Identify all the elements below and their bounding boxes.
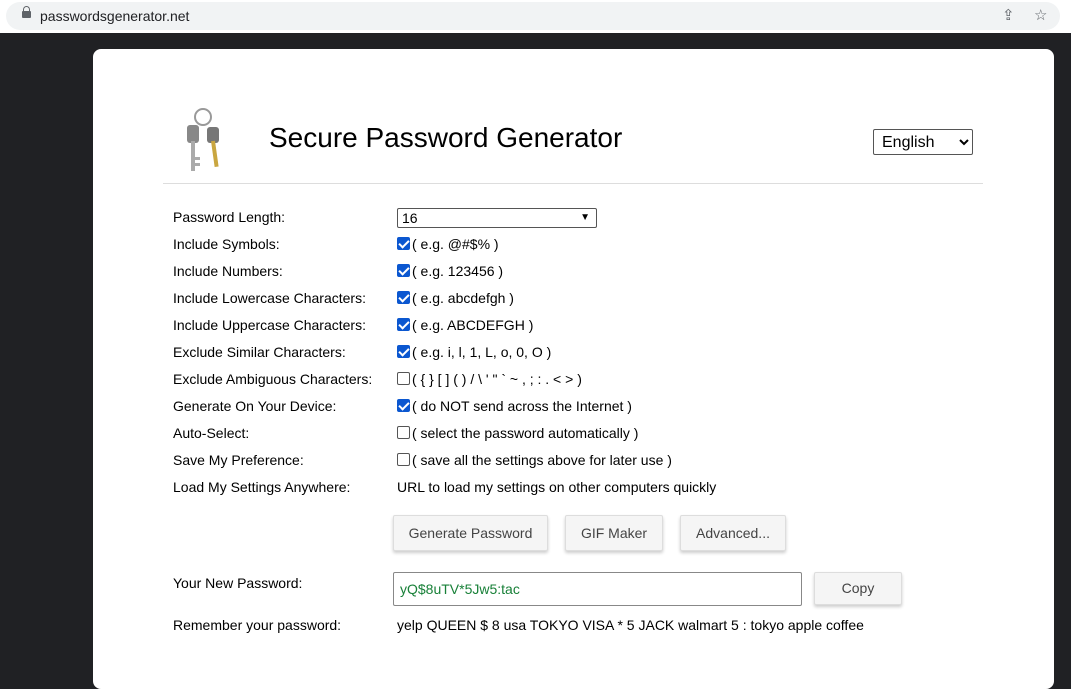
option-hint: ( e.g. abcdefgh ) bbox=[412, 290, 514, 306]
option-hint: ( select the password automatically ) bbox=[412, 425, 639, 441]
option-label: Exclude Ambiguous Characters: bbox=[173, 371, 373, 387]
option-checkbox[interactable] bbox=[397, 453, 410, 466]
option-label: Auto-Select: bbox=[173, 425, 250, 441]
option-label: Include Uppercase Characters: bbox=[173, 317, 366, 333]
option-checkbox[interactable] bbox=[397, 318, 410, 331]
option-row: ( { } [ ] ( ) / \ ' " ` ~ , ; : . < > ) bbox=[397, 369, 582, 389]
chevron-down-icon: ▼ bbox=[580, 212, 590, 223]
option-hint: ( e.g. i, l, 1, L, o, 0, O ) bbox=[412, 344, 552, 360]
generate-password-button[interactable]: Generate Password bbox=[393, 515, 548, 551]
share-icon[interactable]: ⇪ bbox=[1002, 6, 1015, 24]
advanced-button[interactable]: Advanced... bbox=[680, 515, 786, 551]
keys-logo-icon bbox=[187, 108, 219, 171]
option-row: ( select the password automatically ) bbox=[397, 423, 638, 443]
option-hint: ( { } [ ] ( ) / \ ' " ` ~ , ; : . < > ) bbox=[412, 371, 582, 387]
option-hint: ( e.g. ABCDEFGH ) bbox=[412, 317, 534, 333]
option-row: ( e.g. i, l, 1, L, o, 0, O ) bbox=[397, 342, 551, 362]
option-checkbox[interactable] bbox=[397, 372, 410, 385]
lock-icon bbox=[22, 6, 31, 18]
browser-toolbar: passwordsgenerator.net ⇪ ☆ bbox=[0, 0, 1071, 33]
option-checkbox[interactable] bbox=[397, 399, 410, 412]
remember-label: Remember your password: bbox=[173, 617, 342, 633]
password-length-select[interactable]: 16 ▼ bbox=[397, 208, 597, 228]
option-row: ( save all the settings above for later … bbox=[397, 450, 672, 470]
new-password-field[interactable]: yQ$8uTV*5Jw5:tac bbox=[393, 572, 802, 606]
password-length-value: 16 bbox=[402, 210, 418, 226]
option-hint: ( e.g. @#$% ) bbox=[412, 236, 499, 252]
option-checkbox[interactable] bbox=[397, 237, 410, 250]
option-checkbox[interactable] bbox=[397, 426, 410, 439]
option-row: ( do NOT send across the Internet ) bbox=[397, 396, 632, 416]
option-hint: ( e.g. 123456 ) bbox=[412, 263, 504, 279]
option-label: Include Numbers: bbox=[173, 263, 283, 279]
option-label: Include Lowercase Characters: bbox=[173, 290, 366, 306]
gif-maker-button[interactable]: GIF Maker bbox=[565, 515, 663, 551]
address-bar[interactable]: passwordsgenerator.net ⇪ ☆ bbox=[6, 2, 1060, 30]
load-settings-link[interactable]: URL to load my settings on other compute… bbox=[397, 477, 716, 497]
option-row: ( e.g. abcdefgh ) bbox=[397, 288, 514, 308]
option-label: Include Symbols: bbox=[173, 236, 280, 252]
load-settings-label: Load My Settings Anywhere: bbox=[173, 479, 351, 495]
option-label: Exclude Similar Characters: bbox=[173, 344, 346, 360]
new-password-label: Your New Password: bbox=[173, 575, 303, 591]
option-checkbox[interactable] bbox=[397, 264, 410, 277]
star-icon[interactable]: ☆ bbox=[1034, 6, 1047, 24]
password-length-label: Password Length: bbox=[173, 209, 286, 225]
option-hint: ( save all the settings above for later … bbox=[412, 452, 672, 468]
option-hint: ( do NOT send across the Internet ) bbox=[412, 398, 632, 414]
option-checkbox[interactable] bbox=[397, 345, 410, 358]
url-text[interactable]: passwordsgenerator.net bbox=[40, 8, 189, 24]
divider bbox=[163, 183, 983, 184]
main-card: Secure Password Generator English Passwo… bbox=[93, 49, 1054, 689]
option-checkbox[interactable] bbox=[397, 291, 410, 304]
option-row: ( e.g. 123456 ) bbox=[397, 261, 503, 281]
language-select[interactable]: English bbox=[873, 129, 973, 155]
option-row: ( e.g. @#$% ) bbox=[397, 234, 499, 254]
page-title: Secure Password Generator bbox=[269, 122, 623, 153]
remember-text: yelp QUEEN $ 8 usa TOKYO VISA * 5 JACK w… bbox=[397, 617, 864, 633]
option-row: ( e.g. ABCDEFGH ) bbox=[397, 315, 533, 335]
copy-button[interactable]: Copy bbox=[814, 572, 902, 605]
option-label: Generate On Your Device: bbox=[173, 398, 337, 414]
option-label: Save My Preference: bbox=[173, 452, 304, 468]
